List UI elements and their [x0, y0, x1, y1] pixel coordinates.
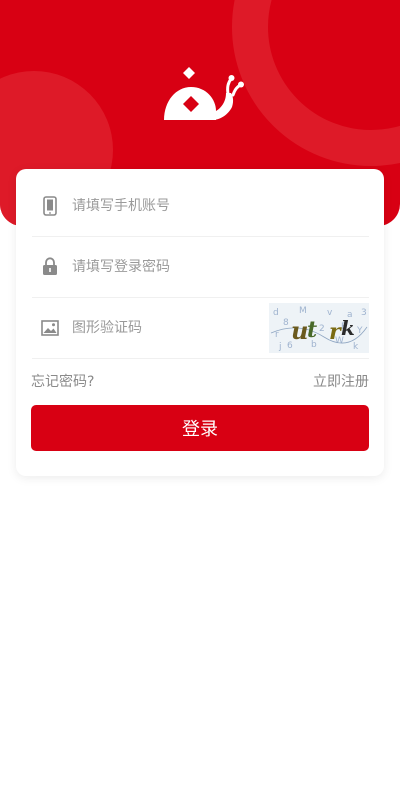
password-input[interactable]: [72, 258, 262, 275]
phone-row: [32, 175, 369, 237]
login-card: d8r 6Mb vWa YkF 2j3 u t r k 忘记密码? 立即注册 登…: [16, 169, 384, 476]
svg-text:2: 2: [319, 324, 325, 334]
captcha-row: d8r 6Mb vWa YkF 2j3 u t r k: [32, 297, 369, 359]
svg-text:j: j: [278, 342, 282, 352]
decorative-ring: [232, 0, 400, 166]
lock-icon: [40, 257, 60, 277]
snail-logo-icon: [164, 67, 244, 120]
svg-text:u: u: [291, 316, 308, 345]
svg-text:M: M: [299, 306, 307, 316]
login-button[interactable]: 登录: [31, 405, 369, 451]
svg-text:3: 3: [361, 308, 367, 318]
svg-text:k: k: [353, 342, 359, 352]
svg-text:v: v: [327, 308, 333, 318]
svg-text:k: k: [341, 316, 355, 340]
svg-text:Y: Y: [356, 326, 363, 336]
auth-links: 忘记密码? 立即注册: [31, 371, 369, 391]
phone-input[interactable]: [72, 197, 262, 214]
captcha-input[interactable]: [72, 319, 262, 336]
svg-text:t: t: [307, 317, 317, 343]
register-link[interactable]: 立即注册: [313, 371, 369, 391]
forgot-password-link[interactable]: 忘记密码?: [31, 371, 94, 391]
svg-text:d: d: [273, 308, 279, 318]
password-row: [32, 236, 369, 298]
phone-icon: [40, 195, 60, 216]
captcha-image[interactable]: d8r 6Mb vWa YkF 2j3 u t r k: [269, 303, 369, 353]
image-icon: [40, 318, 60, 338]
svg-text:8: 8: [283, 318, 289, 328]
